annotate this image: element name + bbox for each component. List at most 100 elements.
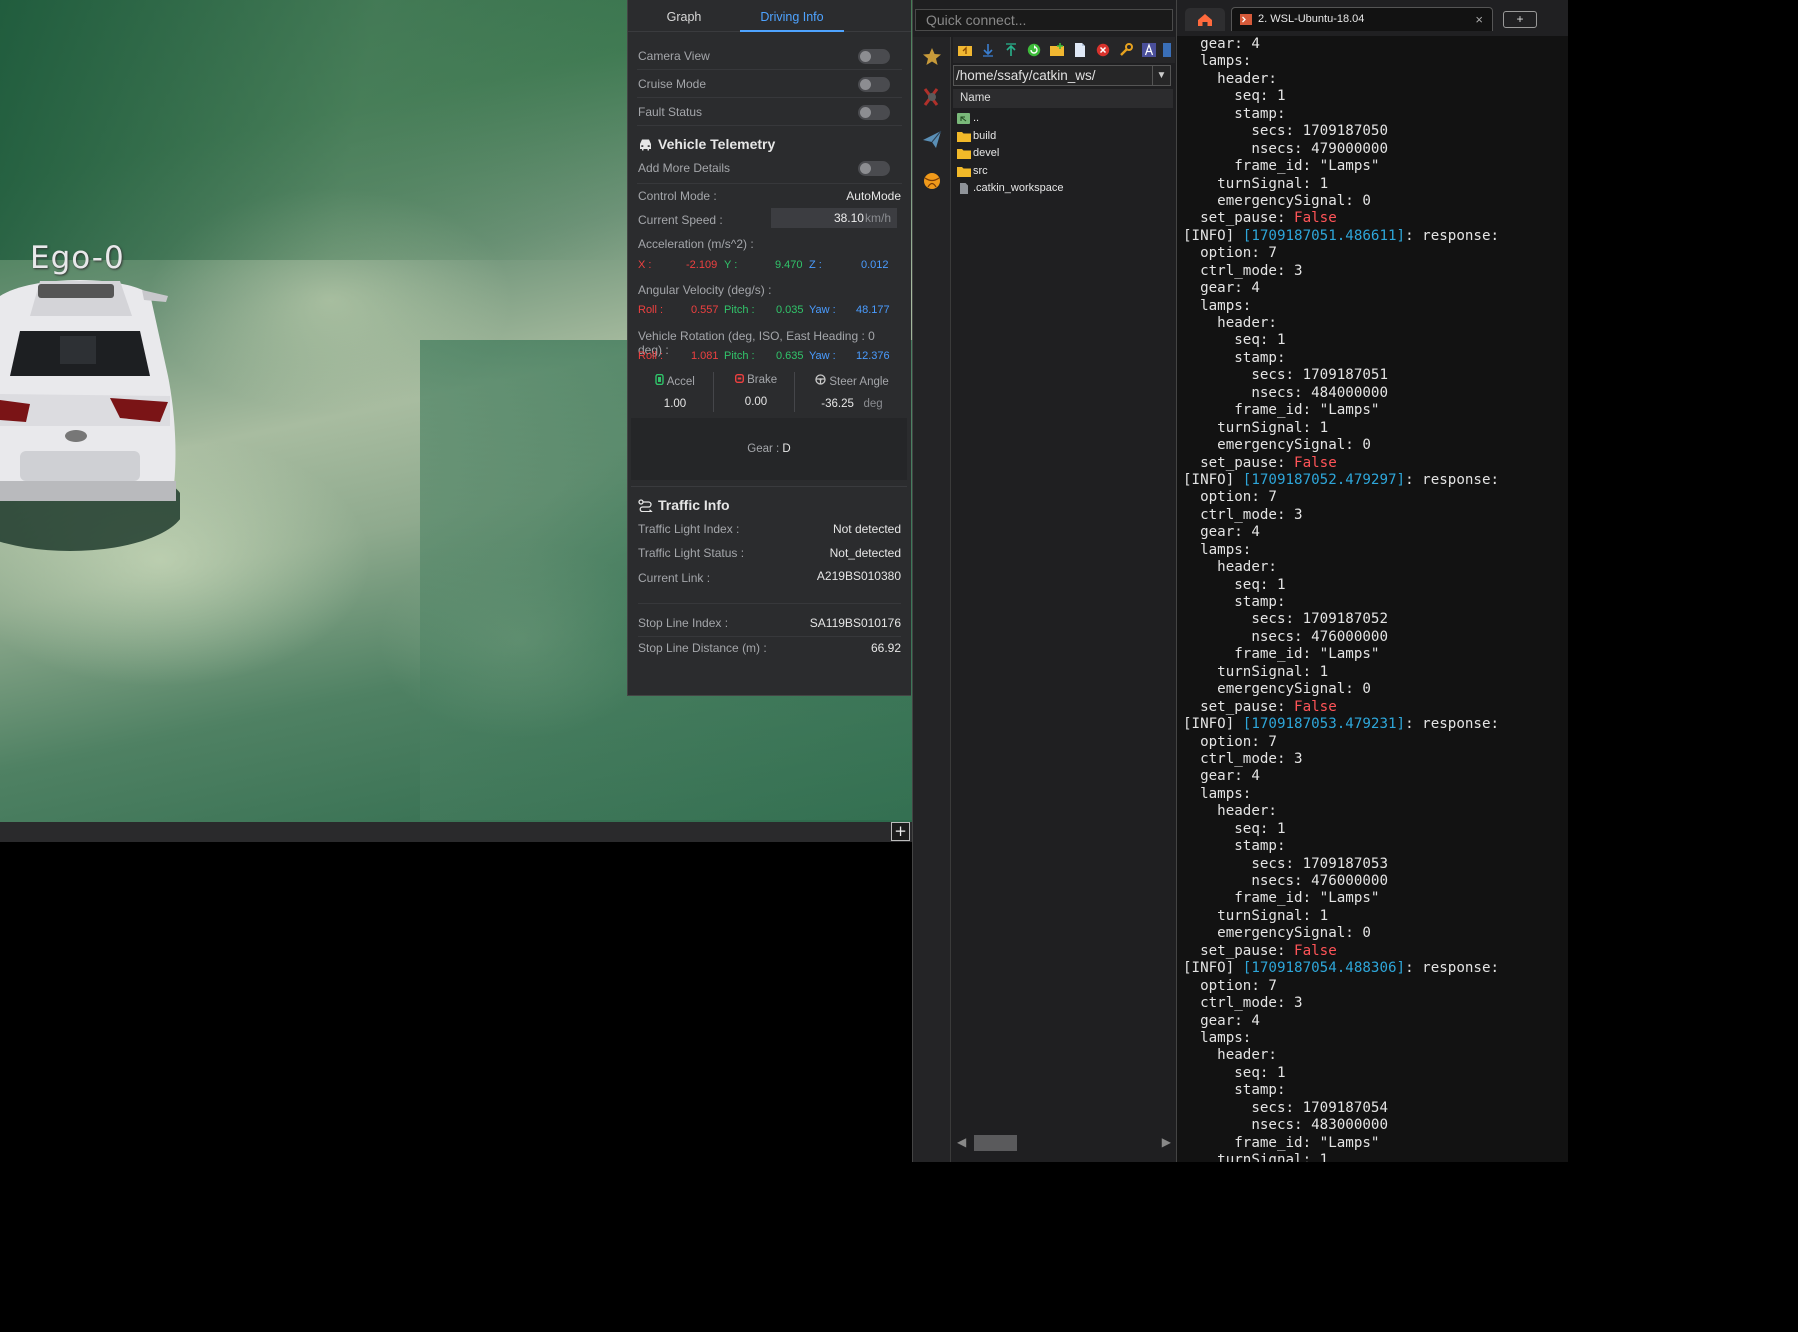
vehicle-telemetry-heading: Vehicle Telemetry [638,136,775,152]
scrollbar-thumb[interactable] [974,1135,1017,1151]
accel-y-value: 9.470 [775,259,803,271]
new-folder-icon[interactable] [1050,43,1064,57]
add-view-button[interactable]: + [891,822,910,841]
horizontal-scrollbar[interactable]: ◀ ▶ [953,1132,1173,1154]
file-item-parent[interactable]: .. [955,110,1175,128]
folder-icon [957,131,971,142]
file-item-devel[interactable]: devel [955,145,1175,163]
sidebar-item-tools[interactable] [913,77,950,117]
terminal-line: gear: 4 [1183,36,1260,52]
file-browser-pane: Quick connect... /home/ssafy/catkin_ws/ … [912,0,1176,1162]
terminal-line: [INFO] [1709187052.479297]: response: [1183,471,1500,488]
file-item-catkin-workspace[interactable]: .catkin_workspace [955,180,1175,198]
terminal-line: seq: 1 [1183,88,1286,105]
camera-view-label: Camera View [638,49,710,63]
terminal-line: option: 7 [1183,977,1277,994]
text-edit-icon[interactable] [1142,43,1156,57]
control-mode-row: Control Mode : AutoMode [638,186,901,208]
terminal-line: gear: 4 [1183,280,1260,297]
parent-folder-icon[interactable] [958,43,972,57]
sidebar-item-sftp[interactable] [913,119,950,159]
accel-pedal-value: 1.00 [663,398,687,410]
speed-unit: km/h [864,211,891,225]
quick-connect-input[interactable]: Quick connect... [915,9,1173,31]
terminal-line: lamps: [1183,53,1252,70]
new-file-icon[interactable] [1073,43,1087,57]
accel-y-label: Y : [724,259,738,271]
divider [637,183,902,184]
current-speed-field[interactable]: 38.10km/h [771,208,897,228]
file-item-build[interactable]: build [955,128,1175,146]
terminal-line: ctrl_mode: 3 [1183,750,1303,767]
terminal-tab-bar: 2. WSL-Ubuntu-18.04 × + [1177,0,1568,36]
camera-view-toggle[interactable] [858,49,890,64]
home-tab[interactable] [1185,8,1225,31]
file-icon [960,183,968,194]
terminal-line: turnSignal: 1 [1183,1152,1329,1162]
terminal-line: turnSignal: 1 [1183,419,1329,436]
terminal-line: lamps: [1183,541,1252,558]
gear-label: Gear : [747,443,780,455]
delete-icon[interactable] [1096,43,1110,57]
angvel-yaw-value: 48.177 [856,304,890,316]
steering-wheel-icon [815,374,826,385]
scroll-right-icon[interactable]: ▶ [1162,1135,1171,1149]
fault-status-toggle[interactable] [858,105,890,120]
traffic-light-status-label: Traffic Light Status : [638,546,745,560]
terminal-line: nsecs: 479000000 [1183,140,1388,157]
scroll-left-icon[interactable]: ◀ [957,1135,966,1149]
new-tab-button[interactable]: + [1503,11,1537,28]
terminal-line: secs: 1709187052 [1183,611,1388,628]
tab-driving-info[interactable]: Driving Info [740,0,844,32]
stop-line-index-label: Stop Line Index : [638,616,729,630]
file-browser-toolbar [953,37,1175,63]
traffic-info-title: Traffic Info [658,497,730,513]
terminal-tab-wsl[interactable]: 2. WSL-Ubuntu-18.04 × [1231,7,1493,31]
angvel-yaw-label: Yaw : [809,304,836,316]
terminal-line: set_pause: False [1183,210,1337,227]
terminal-line: stamp: [1183,1082,1286,1099]
column-header-name[interactable]: Name [953,89,1173,108]
wrench-icon[interactable] [1119,43,1133,57]
terminal-pane: 2. WSL-Ubuntu-18.04 × + gear: 4 lamps: h… [1176,0,1568,1162]
angular-velocity-heading: Angular Velocity (deg/s) : [638,280,901,302]
ego-vehicle-image [0,279,180,551]
acceleration-values: X : -2.109 Y : 9.470 Z : 0.012 [638,257,901,275]
sidebar-item-macros[interactable] [913,161,950,201]
sidebar-item-favorites[interactable] [913,37,950,77]
divider [794,372,795,412]
accel-x-value: -2.109 [686,259,718,271]
close-tab-icon[interactable]: × [1475,8,1483,31]
stop-line-distance-label: Stop Line Distance (m) : [638,641,767,655]
terminal-line: [INFO] [1709187054.488306]: response: [1183,960,1500,977]
terminal-output[interactable]: gear: 4 lamps: header: seq: 1 stamp: sec… [1183,36,1568,1162]
car-icon [640,139,651,151]
cruise-mode-toggle[interactable] [858,77,890,92]
terminal-line: seq: 1 [1183,576,1286,593]
chevron-down-icon[interactable]: ▼ [1152,66,1170,85]
file-item-src[interactable]: src [955,163,1175,181]
steer-angle: Steer Angle -36.25 deg [797,370,907,414]
stop-line-distance-row: Stop Line Distance (m) : 66.92 [638,638,901,660]
folder-icon [957,166,971,177]
angular-velocity-values: Roll : 0.557 Pitch : 0.035 Yaw : 48.177 [638,302,901,320]
divider [713,372,714,412]
more-icon[interactable] [1163,43,1171,57]
remote-path-input[interactable]: /home/ssafy/catkin_ws/ ▼ [953,65,1171,86]
file-list: .. build devel src .catkin_workspace [955,110,1175,198]
file-name: .catkin_workspace [973,182,1064,194]
angular-velocity-label: Angular Velocity (deg/s) : [638,283,772,297]
terminal-line: frame_id: "Lamps" [1183,1134,1380,1151]
terminal-line: emergencySignal: 0 [1183,681,1371,698]
current-speed-value: 38.10 [833,211,864,225]
current-speed-label: Current Speed : [638,213,723,227]
add-more-details-toggle[interactable] [858,161,890,176]
accel-z-label: Z : [809,259,822,271]
terminal-line: secs: 1709187053 [1183,855,1388,872]
refresh-icon[interactable] [1027,43,1041,57]
tab-graph[interactable]: Graph [628,0,740,32]
download-icon[interactable] [981,43,995,57]
terminal-line: set_pause: False [1183,454,1337,471]
accel-pedal: Accel 1.00 [635,370,715,414]
upload-icon[interactable] [1004,43,1018,57]
